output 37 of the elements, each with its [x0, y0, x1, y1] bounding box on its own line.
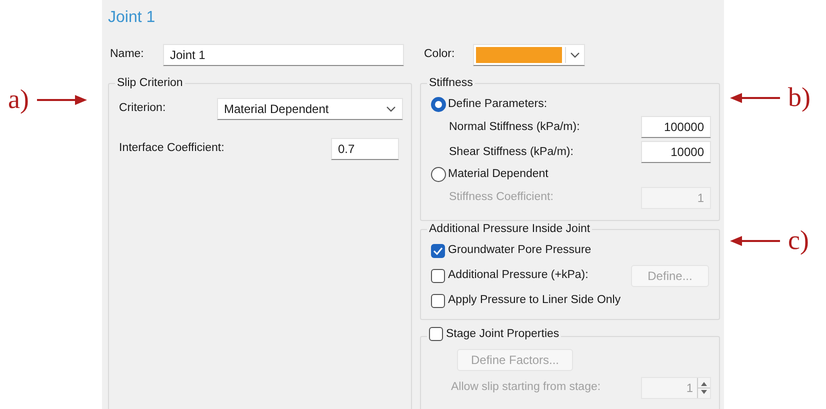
field-label: Shear Stiffness (kPa/m):	[449, 144, 574, 160]
radio-button[interactable]	[431, 97, 446, 112]
checkbox[interactable]	[431, 294, 445, 308]
checkbox-label: Stage Joint Properties	[446, 326, 560, 342]
checkbox-label: Additional Pressure (+kPa):	[448, 268, 588, 283]
spinner-arrows-icon	[697, 378, 710, 398]
criterion-label: Criterion:	[119, 101, 167, 116]
checkbox[interactable]	[431, 244, 445, 258]
field-label: Normal Stiffness (kPa/m):	[449, 120, 580, 135]
field-label: Stiffness Coefficient:	[449, 190, 554, 205]
checkbox[interactable]	[429, 327, 443, 341]
checkbox[interactable]	[431, 268, 445, 282]
radio-button[interactable]	[431, 167, 446, 182]
checkbox-label: Apply Pressure to Liner Side Only	[448, 292, 621, 308]
coefficient-field[interactable]: 0.7	[331, 138, 399, 160]
arrow-icon	[730, 92, 780, 104]
annotation-label: a)	[8, 86, 29, 113]
radio-label: Define Parameters:	[448, 97, 548, 112]
coefficient-label: Interface Coefficient:	[119, 141, 224, 156]
arrow-icon	[36, 94, 87, 106]
annotation-label: b)	[788, 84, 810, 111]
number-field[interactable]: 100000	[641, 116, 711, 138]
number-field[interactable]: 10000	[641, 141, 711, 164]
chevron-icon	[386, 106, 396, 112]
color-label: Color:	[424, 47, 456, 62]
name-label: Name:	[109, 47, 145, 62]
criterion-dropdown[interactable]: Material Dependent	[217, 98, 403, 120]
checkbox-label: Groundwater Pore Pressure	[448, 242, 592, 258]
annotation-label: c)	[788, 227, 809, 254]
color-picker[interactable]	[473, 44, 585, 66]
stage-label: Allow slip starting from stage:	[451, 380, 601, 395]
group-title: Slip Criterion	[115, 76, 185, 91]
arrow-icon	[730, 234, 780, 246]
name-field[interactable]: Joint 1	[163, 44, 404, 66]
radio-label: Material Dependent	[448, 167, 548, 182]
dialog-title: Joint 1	[108, 8, 156, 28]
chevron-icon	[565, 47, 580, 63]
